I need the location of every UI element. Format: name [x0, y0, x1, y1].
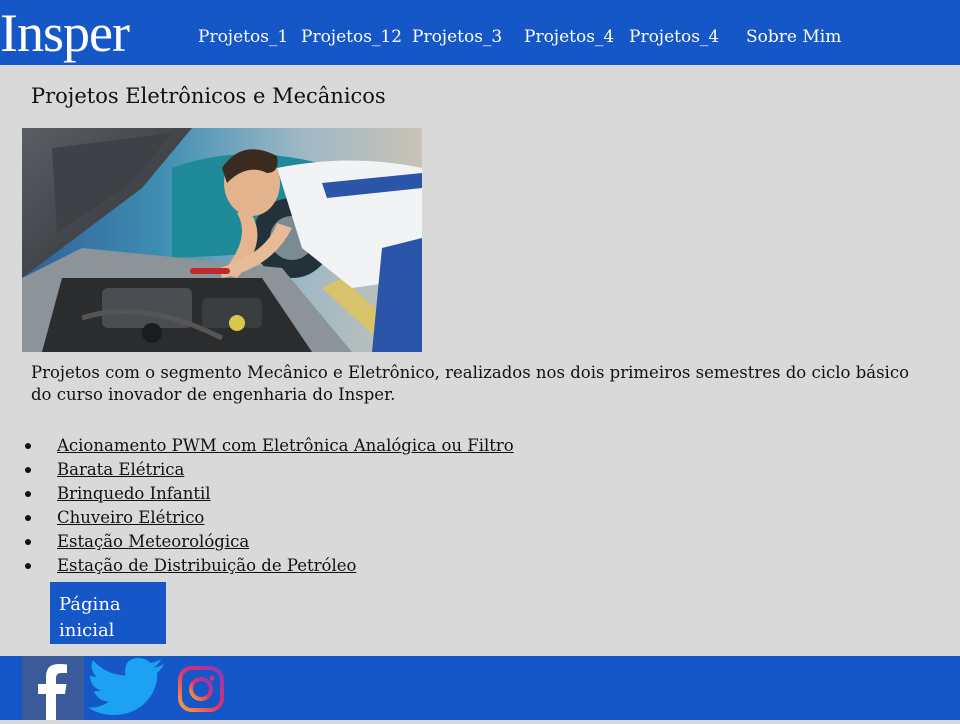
home-page-button[interactable]: Página inicial	[50, 582, 166, 644]
page-title: Projetos Eletrônicos e Mecânicos	[31, 84, 386, 108]
top-navigation-bar: Insper Projetos_1 Projetos_12 Projetos_3…	[0, 0, 960, 65]
insper-logo[interactable]: Insper	[0, 0, 130, 63]
instagram-icon[interactable]	[176, 664, 226, 714]
nav-link-projetos-3[interactable]: Projetos_3	[412, 24, 502, 50]
project-link-chuveiro[interactable]: Chuveiro Elétrico	[57, 508, 204, 527]
list-item: Estação de Distribuição de Petróleo	[25, 554, 514, 578]
bullet-icon	[25, 443, 31, 449]
list-item: Brinquedo Infantil	[25, 482, 514, 506]
nav-link-projetos-1[interactable]: Projetos_1	[198, 24, 288, 50]
project-link-estacao-meteorologica[interactable]: Estação Meteorológica	[57, 532, 249, 551]
footer-bar	[0, 656, 960, 720]
mechanic-illustration	[22, 128, 422, 352]
hero-image-mechanic	[22, 128, 422, 352]
nav-link-sobre-mim[interactable]: Sobre Mim	[746, 24, 841, 50]
project-link-brinquedo[interactable]: Brinquedo Infantil	[57, 484, 211, 503]
bullet-icon	[25, 467, 31, 473]
nav-link-projetos-4[interactable]: Projetos_4	[524, 24, 614, 50]
facebook-icon[interactable]	[22, 656, 84, 720]
list-item: Barata Elétrica	[25, 458, 514, 482]
project-list: Acionamento PWM com Eletrônica Analógica…	[25, 434, 514, 578]
list-item: Chuveiro Elétrico	[25, 506, 514, 530]
twitter-icon[interactable]	[88, 656, 166, 720]
project-link-pwm[interactable]: Acionamento PWM com Eletrônica Analógica…	[57, 436, 514, 455]
list-item: Acionamento PWM com Eletrônica Analógica…	[25, 434, 514, 458]
page-description: Projetos com o segmento Mecânico e Eletr…	[31, 363, 910, 404]
project-link-barata[interactable]: Barata Elétrica	[57, 460, 184, 479]
nav-link-projetos-12[interactable]: Projetos_12	[301, 24, 402, 50]
bullet-icon	[25, 515, 31, 521]
project-link-estacao-petroleo[interactable]: Estação de Distribuição de Petróleo	[57, 556, 356, 575]
bullet-icon	[25, 491, 31, 497]
bullet-icon	[25, 539, 31, 545]
nav-link-projetos-4b[interactable]: Projetos_4	[629, 24, 719, 50]
list-item: Estação Meteorológica	[25, 530, 514, 554]
bullet-icon	[25, 563, 31, 569]
